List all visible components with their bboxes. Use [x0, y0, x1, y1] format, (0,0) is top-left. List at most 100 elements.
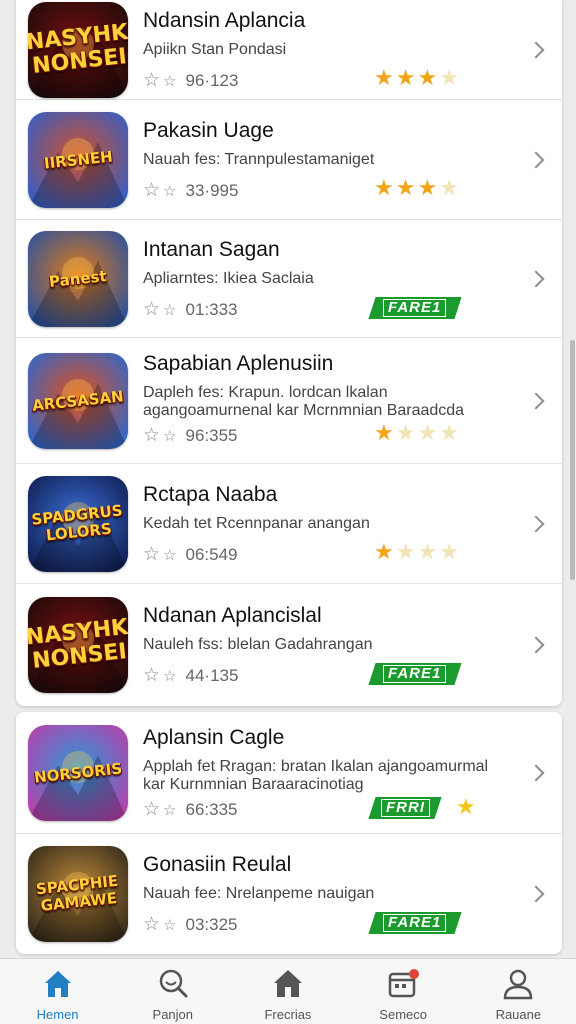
- app-title: Aplansin Cagle: [143, 726, 285, 749]
- list-item[interactable]: ARCSASAN Sapabian Aplenusiin Dapleh fes: K…: [16, 338, 562, 464]
- app-subtitle: Nauleh fss: blelan Gadahrangan: [143, 636, 373, 653]
- app-icon: NASYHK NONSEI: [28, 2, 128, 98]
- app-meta: ☆ ☆ 66:335: [143, 798, 238, 821]
- app-meta: ☆ ☆ 03:325: [143, 913, 238, 936]
- free-badge: FARE1: [368, 912, 462, 934]
- nav-item-rauane[interactable]: Rauane: [463, 959, 573, 1024]
- free-badge-label: FRRI: [380, 799, 430, 817]
- download-count: 01:333: [185, 299, 238, 319]
- star-outline-icon: ☆: [163, 427, 177, 445]
- star-icon: ★: [439, 420, 459, 445]
- star-icon: ★: [374, 420, 394, 445]
- app-icon: Panest: [28, 231, 128, 327]
- star-rating: ★ ★ ★ ★: [374, 539, 459, 565]
- star-outline-icon: ☆: [163, 916, 177, 934]
- app-list[interactable]: NASYHK NONSEI Ndansin Aplancia Apiikn Stan…: [0, 0, 576, 958]
- star-icon: ★: [395, 175, 416, 200]
- star-rating: ★ ★ ★ ★: [374, 175, 459, 201]
- app-icon: NASYHK NONSEI: [28, 597, 128, 693]
- star-icon: ★: [417, 175, 438, 200]
- star-outline-icon: ☆: [163, 546, 177, 564]
- star-outline-icon: ☆: [163, 301, 177, 319]
- free-badge-label: FARE1: [383, 914, 447, 932]
- chevron-right-icon[interactable]: [527, 151, 545, 169]
- download-count: 96:355: [185, 425, 238, 445]
- calendar-icon: [386, 967, 420, 1007]
- list-item[interactable]: SPADGRUS LOLORS Rctapa Naaba Kedah tet Rce…: [16, 464, 562, 584]
- scrollbar[interactable]: [570, 340, 575, 580]
- nav-item-semeco[interactable]: Semeco: [348, 959, 458, 1024]
- chevron-right-icon[interactable]: [527, 636, 545, 654]
- list-item[interactable]: NASYHK NONSEI Ndansin Aplancia Apiikn Stan…: [16, 0, 562, 100]
- app-subtitle: Dapleh fes: Krapun. lordcan lkalan agang…: [143, 384, 465, 419]
- app-title: Pakasin Uage: [143, 119, 274, 142]
- star-icon: ★: [374, 539, 394, 564]
- nav-item-hemen[interactable]: Hemen: [3, 959, 113, 1024]
- star-outline-icon: ☆: [163, 182, 177, 200]
- app-title: Gonasiin Reulal: [143, 853, 292, 876]
- nav-item-label: Rauane: [495, 1007, 542, 1022]
- nav-item-label: Panjon: [152, 1007, 194, 1022]
- home-icon: [41, 967, 75, 1007]
- nav-item-panjon[interactable]: Panjon: [118, 959, 228, 1024]
- star-icon: ★: [439, 65, 459, 90]
- list-item[interactable]: NORSORIS Aplansin Cagle Applah fet Rragan:…: [16, 712, 562, 834]
- nav-item-frecrias[interactable]: Frecrias: [233, 959, 343, 1024]
- star-outline-icon: ☆: [143, 425, 161, 446]
- download-count: 66:335: [185, 799, 238, 819]
- app-title: Sapabian Aplenusiin: [143, 352, 334, 375]
- app-icon: SPADGRUS LOLORS: [28, 476, 128, 572]
- free-badge: FRRI: [368, 797, 442, 819]
- search-icon: [156, 967, 190, 1007]
- list-item[interactable]: IIRSNEH Pakasin Uage Nauah fes: Trannpules…: [16, 100, 562, 220]
- free-badge-label: FARE1: [383, 299, 447, 317]
- download-count: 33·995: [185, 180, 239, 200]
- app-meta: ☆ ☆ 06:549: [143, 543, 238, 566]
- download-count: 06:549: [185, 544, 238, 564]
- app-subtitle: Nauah fes: Trannpulestamaniget: [143, 151, 375, 168]
- nav-item-label: Hemen: [36, 1007, 79, 1022]
- star-icon: ★: [395, 539, 416, 564]
- chevron-right-icon[interactable]: [527, 885, 545, 903]
- app-icon: IIRSNEH: [28, 112, 128, 208]
- star-icon: ★: [456, 794, 476, 819]
- list-item[interactable]: NASYHK NONSEI Ndanan Aplancislal Nauleh fs…: [16, 584, 562, 706]
- app-list-card: NORSORIS Aplansin Cagle Applah fet Rragan:…: [16, 712, 562, 954]
- chevron-right-icon[interactable]: [527, 41, 545, 59]
- bottom-navigation: Hemen Panjon Frecrias Semeco Rauane: [0, 958, 576, 1024]
- app-subtitle: Nauah fee: Nrelanpeme nauigan: [143, 885, 375, 902]
- app-subtitle: Applah fet Rragan: bratan Ikalan ajangoa…: [143, 758, 489, 793]
- star-outline-icon: ☆: [163, 667, 177, 685]
- star-outline-icon: ☆: [143, 70, 161, 91]
- nav-item-label: Frecrias: [264, 1007, 312, 1022]
- person-icon: [501, 967, 535, 1007]
- star-icon: ★: [439, 539, 459, 564]
- list-item[interactable]: SPACPHIE GAMAWE Gonasiin Reulal Nauah fee:…: [16, 834, 562, 954]
- star-icon: ★: [417, 539, 438, 564]
- app-icon: SPACPHIE GAMAWE: [28, 846, 128, 942]
- star-icon: ★: [374, 65, 394, 90]
- star-icon: ★: [439, 175, 459, 200]
- star-outline-icon: ☆: [143, 544, 161, 565]
- app-title: Ndansin Aplancia: [143, 9, 306, 32]
- app-icon: NORSORIS: [28, 725, 128, 821]
- chevron-right-icon[interactable]: [527, 270, 545, 288]
- app-list-card: NASYHK NONSEI Ndansin Aplancia Apiikn Stan…: [16, 0, 562, 706]
- star-outline-icon: ☆: [143, 180, 161, 201]
- download-count: 03:325: [185, 914, 238, 934]
- star-icon: ★: [395, 65, 416, 90]
- chevron-right-icon[interactable]: [527, 764, 545, 782]
- star-rating: ★ ★ ★ ★: [374, 420, 459, 446]
- app-meta: ☆ ☆ 01:333: [143, 298, 238, 321]
- star-outline-icon: ☆: [143, 299, 161, 320]
- app-meta: ☆ ☆ 44·135: [143, 664, 238, 687]
- star-icon: ★: [417, 420, 438, 445]
- list-item[interactable]: Panest Intanan Sagan Apliarntes: Ikiea Sac…: [16, 220, 562, 338]
- chevron-right-icon[interactable]: [527, 392, 545, 410]
- star-icon: ★: [395, 420, 416, 445]
- app-subtitle: Kedah tet Rcennpanar anangan: [143, 515, 370, 532]
- app-title: Rctapa Naaba: [143, 483, 278, 506]
- house-icon: [271, 967, 305, 1007]
- chevron-right-icon[interactable]: [527, 515, 545, 533]
- free-badge-label: FARE1: [383, 665, 447, 683]
